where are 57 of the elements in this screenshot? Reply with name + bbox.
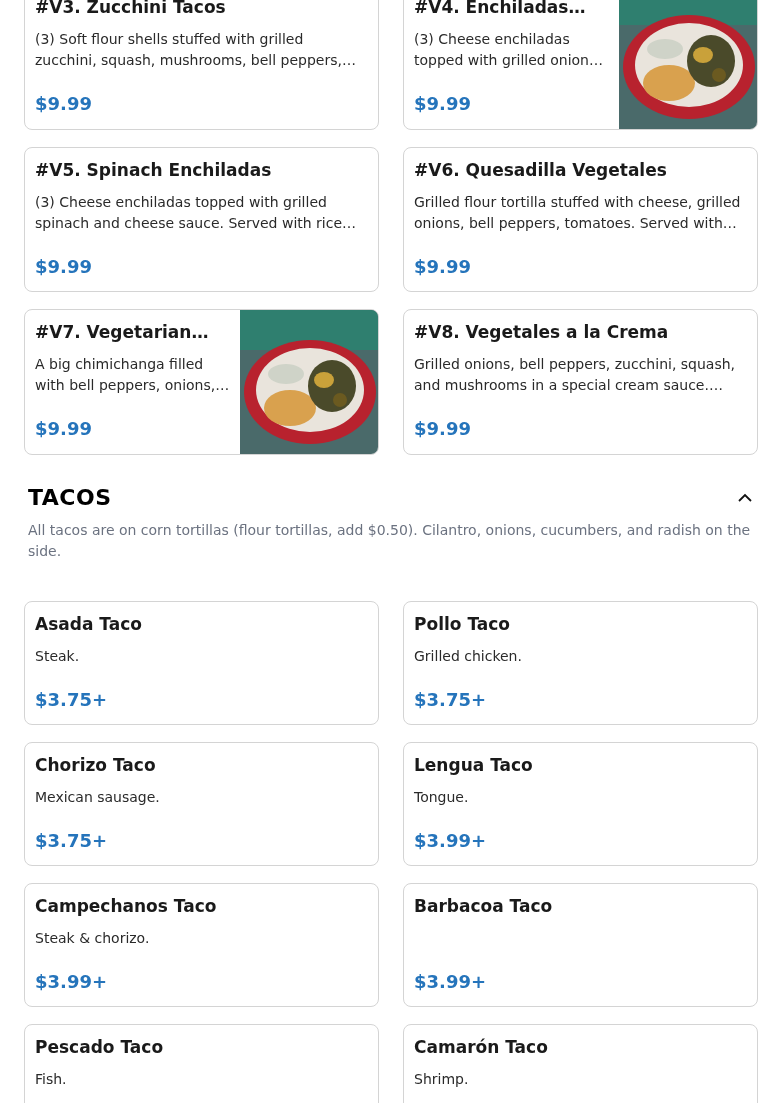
- item-name: #V7. Vegetarian…: [35, 321, 210, 344]
- menu-item-card[interactable]: Asada Taco Steak. $3.75+: [24, 601, 379, 725]
- item-description: Grilled chicken.: [414, 647, 523, 666]
- menu-item-card[interactable]: #V4. Enchiladas… (3) Cheese enchiladas topped with grilled onion… $9.99: [403, 0, 758, 130]
- item-price: $9.99: [35, 417, 93, 441]
- item-price: $9.99: [414, 92, 472, 116]
- item-description: Grilled flour tortilla stuffed with cheese, grilled onions, bell peppers, tomatoes. Served with…: [414, 193, 742, 233]
- item-description: Steak & chorizo.: [35, 929, 151, 948]
- collapse-button[interactable]: [736, 491, 754, 504]
- item-name: #V5. Spinach Enchiladas: [35, 159, 273, 182]
- item-name: Asada Taco: [35, 613, 143, 636]
- item-description: A big chimichanga filled with bell peppers, onions,…: [35, 355, 230, 395]
- item-name: Lengua Taco: [414, 754, 534, 777]
- menu-item-card[interactable]: #V6. Quesadilla Vegetales Grilled flour tortilla stuffed with cheese, grilled onions, bell peppers, tomatoes. Served with… $9.99: [403, 147, 758, 292]
- item-name: #V3. Zucchini Tacos: [35, 0, 227, 19]
- item-description: Tongue.: [414, 788, 470, 807]
- item-description: Steak.: [35, 647, 81, 666]
- item-description: Shrimp.: [414, 1070, 470, 1089]
- item-description: (3) Cheese enchiladas topped with grilled spinach and cheese sauce. Served with rice…: [35, 193, 358, 233]
- menu-item-card[interactable]: Pescado Taco Fish.: [24, 1024, 379, 1103]
- item-description: Mexican sausage.: [35, 788, 161, 807]
- item-price: $9.99: [35, 92, 93, 116]
- item-price: $3.99+: [414, 829, 488, 853]
- chevron-icon: [738, 493, 752, 502]
- item-name: Pollo Taco: [414, 613, 512, 636]
- menu-item-card[interactable]: #V7. Vegetarian… A big chimichanga filled with bell peppers, onions,… $9.99: [24, 309, 379, 455]
- item-description: Grilled onions, bell peppers, zucchini, squash, and mushrooms in a special cream sauce.…: [414, 355, 737, 395]
- item-name: Campechanos Taco: [35, 895, 218, 918]
- item-price: $9.99: [414, 255, 472, 279]
- item-description: (3) Soft flour shells stuffed with grilled zucchini, squash, mushrooms, bell peppers,…: [35, 30, 357, 70]
- item-description: Fish.: [35, 1070, 68, 1089]
- item-description: (3) Cheese enchiladas topped with grilled onion…: [414, 30, 604, 70]
- item-name: #V6. Quesadilla Vegetales: [414, 159, 668, 182]
- item-name: Pescado Taco: [35, 1036, 165, 1059]
- item-price: $3.99+: [35, 970, 109, 994]
- item-name: Chorizo Taco: [35, 754, 157, 777]
- menu-item-card[interactable]: #V5. Spinach Enchiladas (3) Cheese enchiladas topped with grilled spinach and cheese sauce. Served with rice… $9.99: [24, 147, 379, 292]
- item-name: #V8. Vegetales a la Crema: [414, 321, 670, 344]
- section-title: TACOS: [28, 485, 112, 510]
- item-price: $3.75+: [414, 688, 488, 712]
- item-price: $3.99+: [414, 970, 488, 994]
- item-name: Barbacoa Taco: [414, 895, 554, 918]
- menu-item-card[interactable]: Barbacoa Taco $3.99+: [403, 883, 758, 1007]
- menu-item-card[interactable]: Campechanos Taco Steak & chorizo. $3.99+: [24, 883, 379, 1007]
- menu-item-card[interactable]: Pollo Taco Grilled chicken. $3.75+: [403, 601, 758, 725]
- item-name: #V4. Enchiladas…: [414, 0, 587, 19]
- menu-item-card[interactable]: #V3. Zucchini Tacos (3) Soft flour shells stuffed with grilled zucchini, squash, mushrooms, bell peppers,… $9.99: [24, 0, 379, 130]
- section-description: All tacos are on corn tortillas (flour tortillas, add $0.50). Cilantro, onions, cucumbers, and radish on the side.: [28, 521, 752, 561]
- item-price: $3.75+: [35, 829, 109, 853]
- menu-item-card[interactable]: Lengua Taco Tongue. $3.99+: [403, 742, 758, 866]
- item-price: $3.75+: [35, 688, 109, 712]
- menu-item-card[interactable]: Camarón Taco Shrimp.: [403, 1024, 758, 1103]
- item-price: $9.99: [35, 255, 93, 279]
- menu-item-card[interactable]: #V8. Vegetales a la Crema Grilled onions, bell peppers, zucchini, squash, and mushrooms in a special cream sauce.… $9.99: [403, 309, 758, 455]
- item-name: Camarón Taco: [414, 1036, 549, 1059]
- menu-item-card[interactable]: Chorizo Taco Mexican sausage. $3.75+: [24, 742, 379, 866]
- item-price: $9.99: [414, 417, 472, 441]
